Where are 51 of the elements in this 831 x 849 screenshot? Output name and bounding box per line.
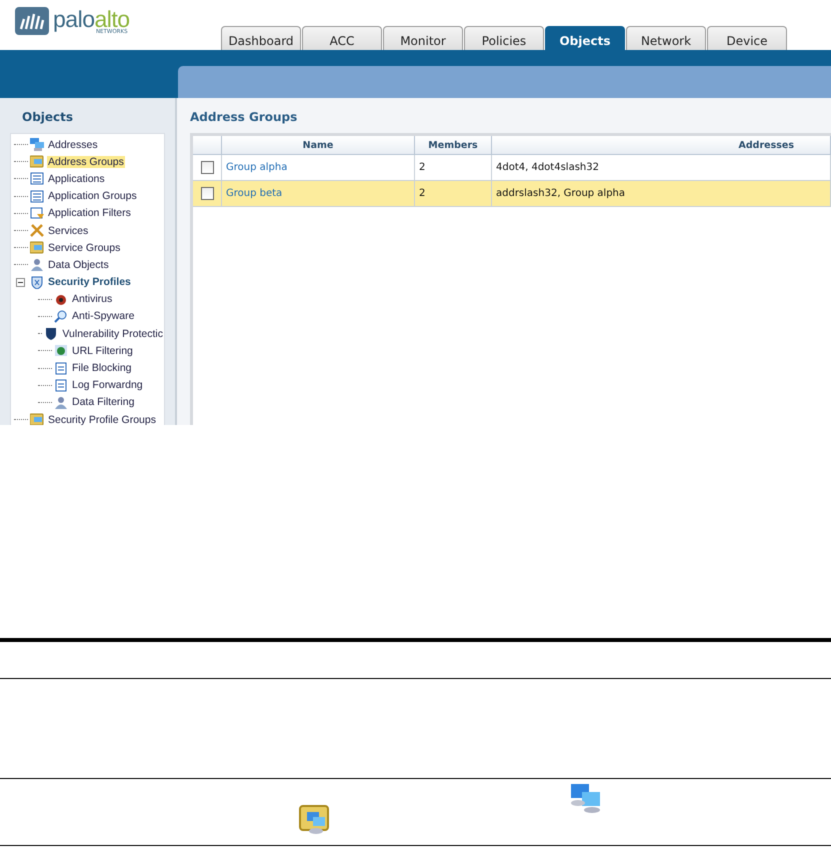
- sidebar-title: Objects: [22, 110, 74, 124]
- logo-mark-icon: [15, 7, 49, 35]
- nav-tab[interactable]: Policies: [464, 26, 544, 50]
- person-icon: [54, 396, 69, 409]
- name-link[interactable]: Group alpha: [226, 162, 288, 173]
- tree-item[interactable]: File Blocking: [71, 362, 133, 374]
- nav-tab[interactable]: Network: [626, 26, 706, 50]
- person-icon: [30, 258, 45, 272]
- tree-item[interactable]: Application Groups: [47, 190, 138, 202]
- tree-item[interactable]: Applications: [47, 172, 106, 185]
- table-cell: 2: [419, 188, 426, 199]
- filter-icon: [30, 206, 45, 220]
- table-cell: 2: [419, 162, 426, 173]
- tree-item[interactable]: Services: [47, 224, 90, 237]
- magnifier-icon: [54, 310, 69, 323]
- tree-item[interactable]: Service Groups: [47, 242, 122, 254]
- tree-item[interactable]: Addresses: [47, 138, 99, 151]
- folder-computers-icon: [299, 803, 331, 835]
- tree-item[interactable]: URL Filtering: [71, 344, 134, 357]
- table-cell: addrslash32, Group alpha: [496, 188, 626, 199]
- column-header[interactable]: Members: [414, 136, 492, 154]
- tree-item[interactable]: Application Filters: [47, 207, 132, 220]
- computers-icon: [30, 138, 45, 152]
- column-header[interactable]: Name: [222, 136, 414, 154]
- list-icon: [30, 172, 45, 186]
- row-checkbox[interactable]: [200, 161, 214, 174]
- shield-icon: [30, 276, 45, 289]
- nav-tab[interactable]: Dashboard: [221, 26, 301, 50]
- tree-item[interactable]: Log Forwardng: [71, 379, 144, 392]
- tree-item[interactable]: Anti-Spyware: [71, 310, 136, 322]
- listgroup-icon: [30, 190, 45, 203]
- tree-item[interactable]: Address Groups: [47, 156, 125, 168]
- section-title: Address Groups: [190, 110, 298, 124]
- doc-icon: [54, 378, 69, 392]
- computers-icon: [570, 783, 602, 813]
- nav-tab[interactable]: Objects: [545, 26, 625, 50]
- tree-item[interactable]: Data Objects: [47, 258, 110, 271]
- table-cell: 4dot4, 4dot4slash32: [496, 162, 599, 173]
- tree-item[interactable]: Antivirus: [71, 293, 114, 306]
- nav-tab[interactable]: Device: [707, 26, 787, 50]
- tree-item[interactable]: Vulnerability Protectic: [61, 328, 164, 340]
- column-header[interactable]: Addresses: [492, 136, 830, 154]
- doc-icon: [54, 362, 69, 375]
- tree-item[interactable]: Security Profiles: [47, 276, 132, 288]
- row-checkbox[interactable]: [200, 187, 214, 200]
- nav-tab[interactable]: ACC: [302, 26, 382, 50]
- nav-tab[interactable]: Monitor: [383, 26, 463, 50]
- tree-item[interactable]: Data Filtering: [71, 396, 136, 408]
- name-link[interactable]: Group beta: [226, 188, 282, 199]
- tree-item[interactable]: Security Profile Groups: [47, 414, 157, 425]
- collapse-icon[interactable]: [16, 278, 25, 287]
